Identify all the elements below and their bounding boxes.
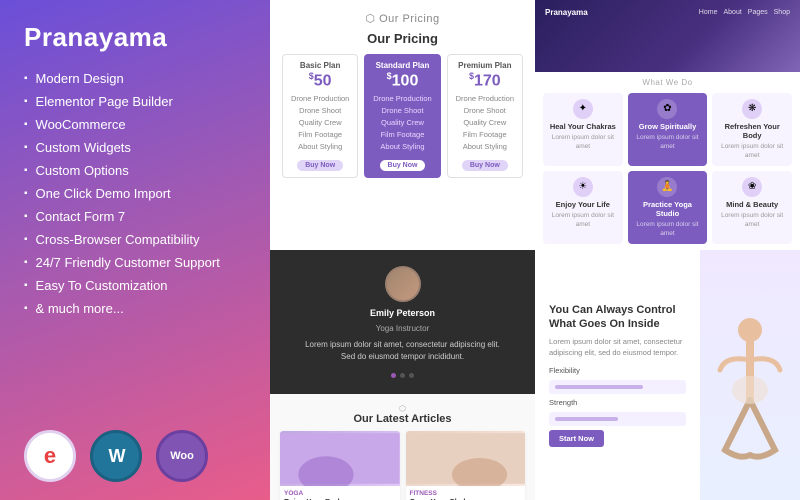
pricing-section-title: Our Pricing [367, 31, 438, 46]
articles-header: ⬡ Our Latest Articles [280, 404, 525, 425]
dot-2 [400, 373, 405, 378]
pricing-card-premium: Premium Plan $170 Drone ProductionDrone … [447, 54, 523, 178]
woocommerce-logo: Woo [170, 451, 194, 462]
wwd-header: What We Do [543, 78, 792, 87]
nav-pages: Pages [748, 9, 768, 16]
features-list: Modern Design Elementor Page Builder Woo… [24, 71, 246, 316]
hero-navbar: Pranayama Home About Pages Shop [535, 8, 800, 17]
nav-shop: Shop [774, 9, 790, 16]
testimonial-avatar [385, 266, 421, 302]
pricing-card-standard: Standard Plan $100 Drone ProductionDrone… [364, 54, 440, 178]
testimonial-role: Yoga Instructor [376, 324, 430, 333]
articles-section: ⬡ Our Latest Articles Yoga Enjoy Your Bo… [270, 394, 535, 500]
feature-item: Cross-Browser Compatibility [24, 232, 246, 247]
feature-item: Custom Options [24, 163, 246, 178]
feature-item: Modern Design [24, 71, 246, 86]
control-text: Lorem ipsum dolor sit amet, consectetur … [549, 336, 686, 359]
feature-item: & much more... [24, 301, 246, 316]
woocommerce-badge: Woo [156, 430, 208, 482]
testimonial-section: Emily Peterson Yoga Instructor Lorem ips… [270, 250, 535, 394]
articles-grid: Yoga Enjoy Your Body Fitness Grow Your C… [280, 431, 525, 500]
wwd-item-3: ❋ Refreshen Your Body Lorem ipsum dolor … [712, 93, 792, 166]
article-illustration-1 [280, 431, 400, 486]
field-label-1: Flexibility [549, 366, 686, 375]
article-img-1 [280, 431, 400, 486]
right-panel: ⬡ Our Pricing Our Pricing Basic Plan $50… [270, 0, 800, 500]
wordpress-logo: W [109, 446, 124, 467]
pricing-cards: Basic Plan $50 Drone ProductionDrone Sho… [282, 54, 523, 178]
feature-item: Custom Widgets [24, 140, 246, 155]
elementor-logo: e [44, 443, 56, 469]
article-illustration-2 [406, 431, 526, 486]
testimonial-name: Emily Peterson [370, 308, 435, 318]
left-panel: Pranayama Modern Design Elementor Page B… [0, 0, 270, 500]
control-section: You Can Always Control What Goes On Insi… [535, 250, 700, 500]
pricing-card-basic: Basic Plan $50 Drone ProductionDrone Sho… [282, 54, 358, 178]
articles-title: Our Latest Articles [280, 413, 525, 425]
wwd-icon-2: ✿ [657, 99, 677, 119]
wwd-item-6: ❀ Mind & Beauty Lorem ipsum dolor sit am… [712, 171, 792, 244]
feature-item: WooCommerce [24, 117, 246, 132]
feature-item: Easy To Customization [24, 278, 246, 293]
wwd-icon-1: ✦ [573, 99, 593, 119]
wwd-label: What We Do [543, 78, 792, 87]
product-title: Pranayama [24, 22, 246, 53]
dot-1 [391, 373, 396, 378]
testimonial-dots [391, 373, 414, 378]
yoga-figure-section [700, 250, 800, 500]
feature-item: One Click Demo Import [24, 186, 246, 201]
hero-preview: Pranayama Home About Pages Shop Join Yog… [535, 0, 800, 250]
hero-nav-links: Home About Pages Shop [699, 9, 790, 16]
nav-home: Home [699, 9, 718, 16]
bottom-left-preview: Emily Peterson Yoga Instructor Lorem ips… [270, 250, 535, 500]
wwd-icon-5: 🧘 [657, 177, 677, 197]
articles-label: ⬡ [280, 404, 525, 413]
control-field-1 [549, 380, 686, 394]
wwd-icon-3: ❋ [742, 99, 762, 119]
plugin-badges: e W Woo [24, 430, 246, 482]
wwd-grid: ✦ Heal Your Chakras Lorem ipsum dolor si… [543, 93, 792, 244]
article-1: Yoga Enjoy Your Body [280, 431, 400, 500]
field-label-2: Strength [549, 398, 686, 407]
nav-about: About [723, 9, 741, 16]
control-fields: Flexibility Strength [549, 366, 686, 426]
yoga-pose-illustration [705, 300, 795, 500]
control-cta-button[interactable]: Start Now [549, 430, 604, 447]
pricing-section-label: ⬡ Our Pricing [365, 12, 439, 25]
wwd-icon-6: ❀ [742, 177, 762, 197]
wwd-icon-4: ☀ [573, 177, 593, 197]
article-body-1: Yoga Enjoy Your Body [280, 486, 400, 500]
wwd-item-4: ☀ Enjoy Your Life Lorem ipsum dolor sit … [543, 171, 623, 244]
control-field-2 [549, 412, 686, 426]
testimonial-text: Lorem ipsum dolor sit amet, consectetur … [303, 339, 503, 363]
article-body-2: Fitness Grow Your Chakras [406, 486, 526, 500]
whatwedo-section: What We Do ✦ Heal Your Chakras Lorem ips… [535, 72, 800, 250]
article-img-2 [406, 431, 526, 486]
hero-logo: Pranayama [545, 8, 588, 17]
dot-3 [409, 373, 414, 378]
article-2: Fitness Grow Your Chakras [406, 431, 526, 500]
feature-item: 24/7 Friendly Customer Support [24, 255, 246, 270]
wwd-item-2: ✿ Grow Spiritually Lorem ipsum dolor sit… [628, 93, 708, 166]
control-title: You Can Always Control What Goes On Insi… [549, 303, 686, 332]
bottom-right-preview: You Can Always Control What Goes On Insi… [535, 250, 800, 500]
feature-item: Contact Form 7 [24, 209, 246, 224]
wwd-item-1: ✦ Heal Your Chakras Lorem ipsum dolor si… [543, 93, 623, 166]
feature-item: Elementor Page Builder [24, 94, 246, 109]
pricing-preview: ⬡ Our Pricing Our Pricing Basic Plan $50… [270, 0, 535, 250]
elementor-badge: e [24, 430, 76, 482]
wordpress-badge: W [90, 430, 142, 482]
wwd-item-5: 🧘 Practice Yoga Studio Lorem ipsum dolor… [628, 171, 708, 244]
